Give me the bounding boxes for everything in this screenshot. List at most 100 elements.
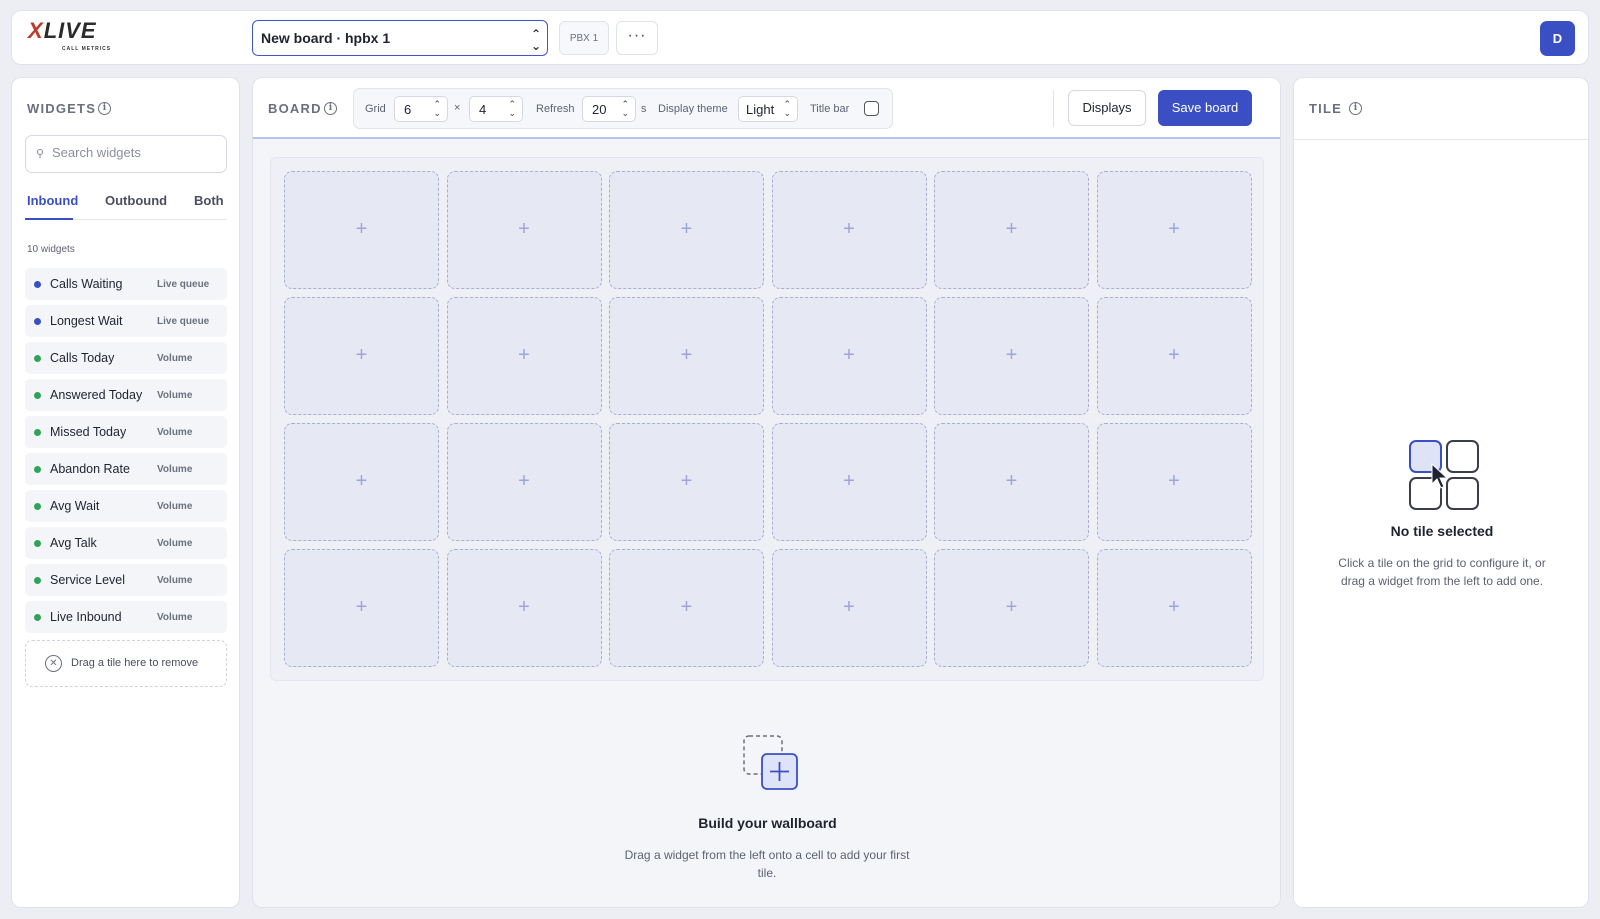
grid-cell[interactable]: + <box>934 297 1089 415</box>
grid-cell[interactable]: + <box>446 171 602 289</box>
widget-item[interactable]: Live Inbound Volume <box>25 601 227 633</box>
plus-icon: + <box>843 470 855 492</box>
stepper-arrows-icon[interactable]: ⌃ ⌄ <box>433 100 441 118</box>
logo-wordmark: XLIVE <box>28 18 97 44</box>
plus-icon: + <box>680 344 693 366</box>
widget-item[interactable]: Longest Wait Live queue <box>25 305 227 337</box>
grid-cell[interactable]: + <box>284 549 439 667</box>
stepper-arrows-icon[interactable]: ⌃ ⌄ <box>621 100 629 118</box>
widget-item[interactable]: Service Level Volume <box>25 564 227 596</box>
title-bar-label: Title bar <box>810 103 850 115</box>
board-select-value: New board · hpbx 1 <box>261 30 391 46</box>
widget-item[interactable]: Avg Wait Volume <box>25 490 227 522</box>
board-select[interactable]: New board · hpbx 1 ⌃ ⌄ <box>252 20 548 56</box>
pbx-badge[interactable]: PBX 1 <box>559 21 609 55</box>
grid-cell[interactable]: + <box>446 549 602 667</box>
plus-icon: + <box>1005 470 1018 492</box>
status-dot-icon <box>34 577 41 584</box>
tab-outbound[interactable]: Outbound <box>105 193 167 208</box>
grid-cell[interactable]: + <box>446 297 602 415</box>
grid-cell[interactable]: + <box>609 423 764 541</box>
board-controls: Grid 6 ⌃ ⌄ × 4 ⌃ ⌄ Refresh 20 ⌃ ⌄ s Display… <box>353 88 893 129</box>
grid-cell[interactable]: + <box>934 423 1089 541</box>
widget-item-category: Volume <box>157 390 193 401</box>
plus-icon: + <box>518 344 530 366</box>
grid-cell[interactable]: + <box>1096 423 1252 541</box>
grid-cell[interactable]: + <box>284 171 439 289</box>
grid-cell[interactable]: + <box>284 297 439 415</box>
grid-cell[interactable]: + <box>771 171 927 289</box>
widget-item[interactable]: Abandon Rate Volume <box>25 453 227 485</box>
plus-icon: + <box>1168 344 1180 366</box>
widget-item-category: Live queue <box>157 279 210 290</box>
display-theme-label: Display theme <box>658 103 728 115</box>
tab-inbound[interactable]: Inbound <box>27 193 78 208</box>
tab-both[interactable]: Both <box>194 193 224 208</box>
widget-item-name: Service Level <box>50 573 126 587</box>
widget-item[interactable]: Answered Today Volume <box>25 379 227 411</box>
status-dot-icon <box>34 392 41 399</box>
grid-times-sign: × <box>454 102 461 114</box>
info-icon[interactable]: i <box>98 102 111 115</box>
widget-item[interactable]: Missed Today Volume <box>25 416 227 448</box>
board-toolbar: BOARD i Grid 6 ⌃ ⌄ × 4 ⌃ ⌄ Refresh 20 ⌃ ⌄ s… <box>253 78 1280 139</box>
widget-item[interactable]: Avg Talk Volume <box>25 527 227 559</box>
grid-cell[interactable]: + <box>609 171 764 289</box>
widget-item[interactable]: Calls Today Volume <box>25 342 227 374</box>
display-theme-select[interactable]: Light ⌃ ⌄ <box>738 96 798 122</box>
grid-cell[interactable]: + <box>934 171 1089 289</box>
remove-drop-zone[interactable]: ✕ Drag a tile here to remove <box>25 640 227 687</box>
status-dot-icon <box>34 466 41 473</box>
widget-item-category: Live queue <box>157 316 210 327</box>
widget-search[interactable]: ⚲ <box>25 135 227 173</box>
grid-cell[interactable]: + <box>771 549 927 667</box>
tile-grid-icon <box>1409 440 1479 510</box>
plus-icon: + <box>355 218 368 240</box>
status-dot-icon <box>34 503 41 510</box>
grid-cell[interactable]: + <box>771 297 927 415</box>
title-bar-checkbox[interactable] <box>864 101 879 116</box>
widget-item-name: Abandon Rate <box>50 462 130 476</box>
widget-item-category: Volume <box>157 612 193 623</box>
widget-item[interactable]: Calls Waiting Live queue <box>25 268 227 300</box>
logo-subtitle: CALL METRICS <box>62 46 112 52</box>
save-board-button[interactable]: Save board <box>1158 90 1252 126</box>
grid-columns-stepper[interactable]: 6 ⌃ ⌄ <box>394 96 448 122</box>
plus-icon: + <box>680 470 693 492</box>
widget-item-category: Volume <box>157 353 193 364</box>
grid-cell[interactable]: + <box>284 423 439 541</box>
grid-cell[interactable]: + <box>609 549 764 667</box>
grid-cell[interactable]: + <box>1096 549 1252 667</box>
widget-item-category: Volume <box>157 464 193 475</box>
plus-icon: + <box>1168 596 1180 618</box>
widget-item-name: Calls Today <box>50 351 115 365</box>
info-icon[interactable]: i <box>1349 102 1362 115</box>
grid-cell[interactable]: + <box>934 549 1089 667</box>
grid-cell[interactable]: + <box>1096 171 1252 289</box>
board-panel-title: BOARD <box>268 101 322 116</box>
widget-item-name: Answered Today <box>50 388 143 402</box>
grid-cell[interactable]: + <box>609 297 764 415</box>
empty-state-title: Build your wallboard <box>698 815 837 831</box>
tile-panel: TILE i No tile selected Click a tile on … <box>1293 77 1590 908</box>
select-arrows-icon: ⌃ ⌄ <box>783 99 791 118</box>
widget-item-category: Volume <box>157 501 193 512</box>
refresh-unit: s <box>641 103 647 115</box>
search-input[interactable] <box>52 145 222 160</box>
empty-state-description: Drag a widget from the left onto a cell … <box>624 848 910 880</box>
grid-cell[interactable]: + <box>771 423 927 541</box>
displays-button[interactable]: Displays <box>1068 90 1146 126</box>
stepper-arrows-icon[interactable]: ⌃ ⌄ <box>508 100 516 118</box>
grid-cell[interactable]: + <box>1096 297 1252 415</box>
more-options-button[interactable]: ··· <box>616 21 658 55</box>
refresh-stepper[interactable]: 20 ⌃ ⌄ <box>582 96 636 122</box>
widget-tabs: Inbound Outbound Both <box>25 190 227 220</box>
grid-cell[interactable]: + <box>446 423 602 541</box>
board-grid: + + + + + + + + + + + + + + + + + + + + + + + + <box>270 157 1264 681</box>
remove-drop-label: Drag a tile here to remove <box>71 657 199 669</box>
info-icon[interactable]: i <box>324 102 337 115</box>
toolbar-divider <box>1053 90 1054 127</box>
grid-rows-stepper[interactable]: 4 ⌃ ⌄ <box>469 96 523 122</box>
user-avatar[interactable]: D <box>1540 21 1575 56</box>
widget-item-category: Volume <box>157 538 193 549</box>
